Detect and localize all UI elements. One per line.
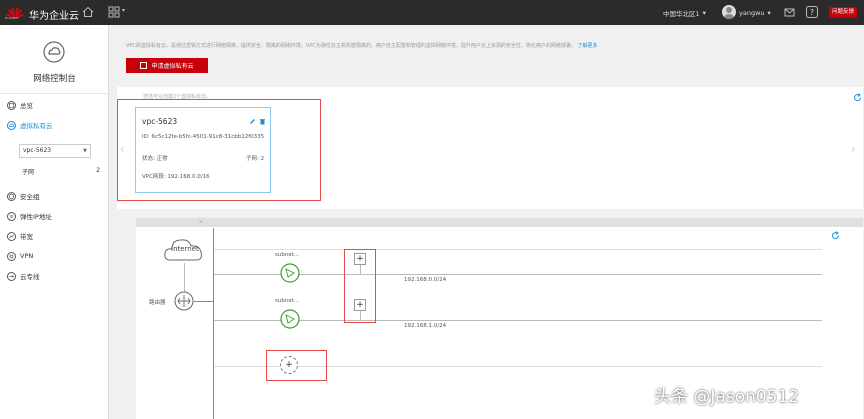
home-icon[interactable] <box>82 6 94 18</box>
security-group-icon <box>7 191 16 201</box>
subnet-cidr: 192.168.0.0/24 <box>404 277 447 283</box>
top-bar: HUAWEI 华为企业云 ▾ 中国华北区1 ▾ yangwu ▾ ? 问题反馈 <box>0 0 864 25</box>
vpc-select[interactable]: vpc-5623 ▼ <box>19 144 91 158</box>
sidebar-item-label: 弹性IP地址 <box>20 213 52 221</box>
vpc-select-value: vpc-5623 <box>23 147 52 154</box>
apply-vpc-button[interactable]: 申请虚拟私有云 <box>126 58 208 73</box>
vpc-subnet-label: 子网: <box>246 156 259 162</box>
sidebar-item-label: 安全组 <box>20 193 40 201</box>
subnet-label: 子网 <box>22 169 35 176</box>
sidebar-item-security-group[interactable]: 安全组 <box>0 188 109 204</box>
vpc-id-label: ID: <box>142 134 150 140</box>
sidebar-item-direct-connect[interactable]: 云专线 <box>0 268 109 284</box>
vpc-status-row: 状态: 正常 <box>142 154 168 162</box>
router-icon[interactable] <box>174 291 194 311</box>
sidebar-item-vpn[interactable]: VPN <box>0 248 109 264</box>
subnet-icon[interactable] <box>280 309 300 329</box>
vpc-id-row: ID: 6c5c12fe-b5fc-4501-91c8-31cbb12f0335 <box>142 134 264 140</box>
main-content: VPC即虚拟私有云，是通过逻辑方式进行网络隔离，提供安全、隔离的网络环境。VPC… <box>109 25 864 419</box>
router-label: 路由器 <box>149 300 166 306</box>
sidebar: 网络控制台 总览 虚拟私有云 vpc-5623 ▼ 子网 2 安全组 IP 弹性… <box>0 25 109 419</box>
direct-connect-icon <box>7 271 16 281</box>
mail-icon[interactable] <box>784 7 795 18</box>
vpc-description-text: VPC即虚拟私有云，是通过逻辑方式进行网络隔离，提供安全、隔离的网络环境。VPC… <box>126 43 576 49</box>
sidebar-item-vpc[interactable]: 虚拟私有云 <box>0 117 109 133</box>
sidebar-item-eip[interactable]: IP 弹性IP地址 <box>0 208 109 224</box>
subnet-icon[interactable] <box>280 263 300 283</box>
svg-text:IP: IP <box>9 214 13 220</box>
chevron-down-icon[interactable]: ▾ <box>122 7 125 14</box>
add-subnet-button[interactable]: + <box>280 356 298 374</box>
vpn-icon <box>7 251 16 261</box>
learn-more-link[interactable]: 了解更多 <box>577 43 597 49</box>
username: yangwu <box>739 8 765 17</box>
add-server-button[interactable]: + <box>354 253 366 265</box>
vpc-card[interactable]: vpc-5623 ID: 6c5c12fe-b5fc-4501-91c8-31c… <box>135 107 271 193</box>
overview-icon <box>7 100 16 110</box>
region-selector[interactable]: 中国华北区1 ▾ <box>663 0 706 25</box>
sidebar-item-label: VPN <box>20 252 34 260</box>
edit-icon[interactable] <box>249 118 256 125</box>
console-title: 网络控制台 <box>33 74 76 84</box>
subnet-name[interactable]: subnet... <box>275 298 299 304</box>
connector <box>360 311 361 320</box>
connector <box>194 301 214 302</box>
vpc-card-name[interactable]: vpc-5623 <box>142 117 177 126</box>
watermark: 头条 @Jason0512 <box>654 387 800 407</box>
feedback-button[interactable]: 问题反馈 <box>829 7 858 18</box>
topology-header <box>136 218 863 227</box>
router-bus <box>213 228 214 419</box>
vpc-cidr-label: VPC网段: <box>142 174 166 180</box>
connector <box>184 263 185 292</box>
edit-icon <box>140 62 148 69</box>
bandwidth-icon <box>7 231 16 241</box>
chevron-right-icon[interactable]: › <box>851 142 856 156</box>
vpc-subnet-value: 2 <box>260 156 265 162</box>
chevron-down-icon: ▾ <box>702 8 706 17</box>
refresh-icon[interactable] <box>853 93 862 102</box>
help-icon[interactable]: ? <box>806 6 818 18</box>
vpc-id-value: 6c5c12fe-b5fc-4501-91c8-31cbb12f0335 <box>151 134 265 140</box>
sidebar-item-label: 带宽 <box>20 233 33 241</box>
apply-vpc-label: 申请虚拟私有云 <box>151 63 194 70</box>
vpc-status-value: 正常 <box>156 156 168 162</box>
service-list-icon[interactable] <box>108 6 120 18</box>
collapse-toggle[interactable]: ≈ <box>194 218 208 227</box>
svg-text:?: ? <box>810 8 814 17</box>
vpc-cidr-value: 192.168.0.0/16 <box>167 174 210 180</box>
divider <box>0 93 109 94</box>
region-label: 中国华北区1 <box>663 9 700 18</box>
eip-icon: IP <box>7 211 16 221</box>
subnet-count: 2 <box>96 167 100 174</box>
vpc-description: VPC即虚拟私有云，是通过逻辑方式进行网络隔离，提供安全、隔离的网络环境。VPC… <box>126 42 597 49</box>
sidebar-item-overview[interactable]: 总览 <box>0 97 109 113</box>
vpc-cidr-row: VPC网段: 192.168.0.0/16 <box>142 172 210 180</box>
avatar[interactable] <box>722 5 736 19</box>
row-separator <box>214 249 822 250</box>
sidebar-subnet-row[interactable]: 子网 2 <box>22 167 100 176</box>
vpc-icon <box>7 120 16 130</box>
connector <box>360 265 361 274</box>
refresh-icon[interactable] <box>831 231 840 240</box>
user-menu[interactable]: yangwu ▾ <box>739 0 771 25</box>
logo-wordmark: HUAWEI <box>5 16 19 20</box>
internet-label: Internet <box>171 245 199 253</box>
chevron-down-icon: ▼ <box>83 148 87 154</box>
sidebar-item-label: 虚拟私有云 <box>20 122 53 130</box>
vpc-subnet-row: 子网: 2 <box>246 154 264 162</box>
vpc-status-label: 状态: <box>142 156 155 162</box>
subnet-name[interactable]: subnet... <box>275 252 299 258</box>
sidebar-item-label: 云专线 <box>20 273 40 281</box>
chevron-down-icon: ▾ <box>767 8 771 17</box>
sidebar-item-bandwidth[interactable]: 带宽 <box>0 228 109 244</box>
subnet-link <box>214 320 822 321</box>
network-console-icon <box>43 41 65 63</box>
delete-icon[interactable] <box>259 118 266 125</box>
add-server-button[interactable]: + <box>354 299 366 311</box>
sidebar-item-label: 总览 <box>20 102 33 110</box>
subnet-link <box>214 274 822 275</box>
subnet-cidr: 192.168.1.0/24 <box>404 323 447 329</box>
brand-title[interactable]: 华为企业云 <box>29 7 79 22</box>
